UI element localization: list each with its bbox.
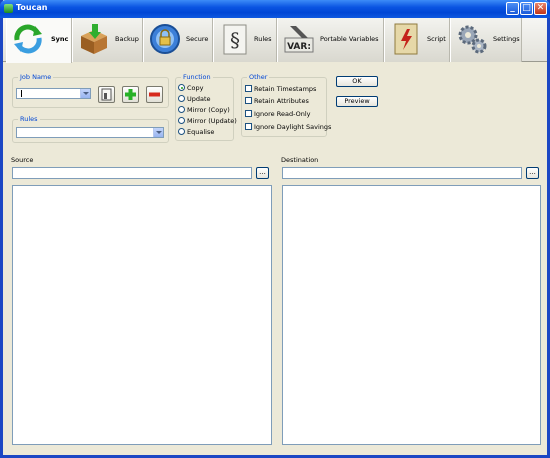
destination-browse-button[interactable]: ... <box>526 167 539 179</box>
function-option-label: Mirror (Update) <box>187 117 237 125</box>
job-name-combo[interactable] <box>16 88 91 99</box>
ignore-read-only-checkbox[interactable]: Ignore Read-Only <box>245 110 310 118</box>
minimize-button[interactable]: _ <box>506 2 519 15</box>
destination-tree[interactable] <box>282 185 541 445</box>
source-label: Source <box>11 156 34 164</box>
tab-secure-label: Secure <box>186 35 209 43</box>
svg-text:VAR:: VAR: <box>287 42 311 52</box>
tab-portable-variables-label: Portable Variables <box>320 35 379 43</box>
tab-sync[interactable]: Sync <box>6 18 72 63</box>
radio-icon[interactable] <box>178 106 185 113</box>
checkbox-label: Retain Timestamps <box>254 85 317 93</box>
tab-strip: Sync Backup Secure § Rules VAR: Portable… <box>3 18 547 63</box>
function-option-label: Copy <box>187 84 204 92</box>
tab-portable-variables[interactable]: VAR: Portable Variables <box>277 18 384 62</box>
destination-path-input[interactable] <box>282 167 522 179</box>
settings-gears-icon <box>458 25 487 54</box>
save-icon <box>101 88 112 101</box>
save-job-button[interactable] <box>98 86 115 103</box>
chevron-down-icon[interactable] <box>80 89 90 98</box>
function-option-mirror-copy[interactable]: Mirror (Copy) <box>178 106 230 114</box>
maximize-button[interactable]: □ <box>520 2 533 15</box>
preview-button[interactable]: Preview <box>336 96 378 107</box>
chevron-down-icon[interactable] <box>153 128 163 137</box>
tab-rules-label: Rules <box>254 35 272 43</box>
window-title: Toucan <box>16 3 48 12</box>
ok-button[interactable]: OK <box>336 76 378 87</box>
ignore-daylight-savings-checkbox[interactable]: Ignore Daylight Savings <box>245 123 331 131</box>
tab-backup-label: Backup <box>115 35 139 43</box>
add-job-button[interactable] <box>122 86 139 103</box>
remove-job-button[interactable] <box>146 86 163 103</box>
function-option-copy[interactable]: Copy <box>178 84 204 92</box>
function-option-label: Equalise <box>187 128 215 136</box>
rules-section-icon: § <box>223 24 247 55</box>
title-bar[interactable]: Toucan _ □ ✕ <box>0 0 550 18</box>
retain-timestamps-checkbox[interactable]: Retain Timestamps <box>245 85 316 93</box>
script-icon <box>394 23 418 55</box>
other-group-title: Other <box>247 73 270 81</box>
function-option-label: Mirror (Copy) <box>187 106 230 114</box>
checkbox-icon[interactable] <box>245 110 252 117</box>
tab-secure[interactable]: Secure <box>143 18 213 62</box>
radio-icon[interactable] <box>178 128 185 135</box>
radio-icon[interactable] <box>178 95 185 102</box>
tab-script[interactable]: Script <box>384 18 450 62</box>
checkbox-label: Retain Attributes <box>254 97 309 105</box>
checkbox-label: Ignore Daylight Savings <box>254 123 332 131</box>
destination-label: Destination <box>281 156 319 164</box>
app-icon <box>4 4 13 13</box>
toucan-window: Toucan _ □ ✕ Sync Backup Secure § Rules … <box>0 0 550 458</box>
tab-rules[interactable]: § Rules <box>213 18 277 62</box>
rules-group-title: Rules <box>18 115 40 123</box>
variables-icon: VAR: <box>284 26 314 53</box>
remove-icon <box>149 92 160 97</box>
retain-attributes-checkbox[interactable]: Retain Attributes <box>245 97 309 105</box>
checkbox-icon[interactable] <box>245 85 252 92</box>
tab-settings[interactable]: Settings <box>450 18 522 62</box>
sync-icon <box>14 24 42 54</box>
tab-settings-label: Settings <box>493 35 520 43</box>
function-option-equalise[interactable]: Equalise <box>178 128 214 136</box>
function-option-label: Update <box>187 95 211 103</box>
tab-backup[interactable]: Backup <box>72 18 143 62</box>
function-group-title: Function <box>181 73 213 81</box>
checkbox-icon[interactable] <box>245 97 252 104</box>
tab-sync-label: Sync <box>51 35 69 43</box>
secure-lock-icon <box>150 24 180 54</box>
radio-selected-icon[interactable] <box>178 84 185 91</box>
function-option-mirror-update[interactable]: Mirror (Update) <box>178 117 237 125</box>
add-icon <box>125 89 136 100</box>
tab-script-label: Script <box>427 35 446 43</box>
source-path-input[interactable] <box>12 167 252 179</box>
job-name-group-title: Job Name <box>18 73 54 81</box>
function-option-update[interactable]: Update <box>178 95 211 103</box>
svg-text:§: § <box>230 28 240 52</box>
source-browse-button[interactable]: ... <box>256 167 269 179</box>
text-caret <box>21 90 22 97</box>
close-button[interactable]: ✕ <box>534 2 547 15</box>
checkbox-label: Ignore Read-Only <box>254 110 311 118</box>
checkbox-icon[interactable] <box>245 123 252 130</box>
backup-box-icon <box>81 24 107 54</box>
rules-combo[interactable] <box>16 127 164 138</box>
source-tree[interactable] <box>12 185 272 445</box>
radio-icon[interactable] <box>178 117 185 124</box>
